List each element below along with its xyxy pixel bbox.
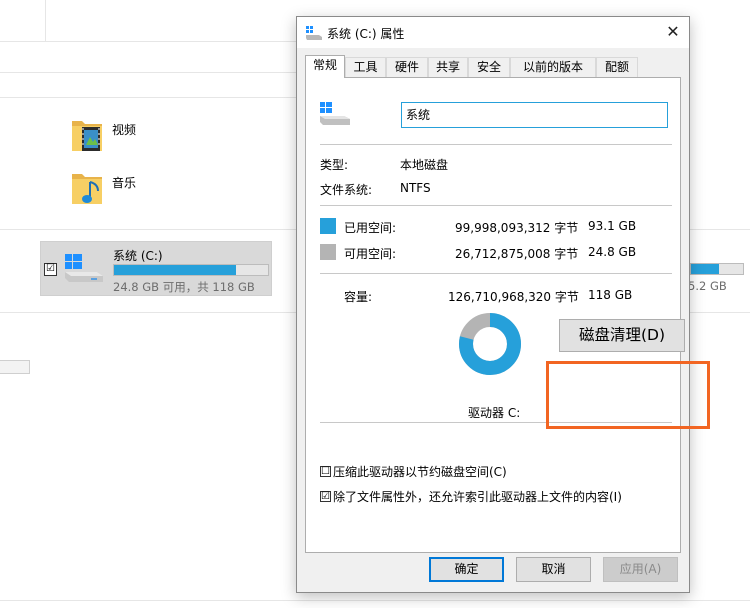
drive-free-text: 24.8 GB 可用，共 118 GB xyxy=(113,280,255,294)
tab-sharing[interactable]: 共享 xyxy=(428,57,468,77)
used-space-swatch xyxy=(320,218,336,234)
tab-tools[interactable]: 工具 xyxy=(345,57,386,77)
dialog-title-bar[interactable]: 系统 (C:) 属性 ✕ xyxy=(297,17,689,48)
filesystem-value: NTFS xyxy=(400,181,431,195)
drive-properties-dialog: 系统 (C:) 属性 ✕ 常规 工具 硬件 共享 安全 以前的版本 配额 系统 … xyxy=(296,16,690,593)
capacity-label: 容量: xyxy=(344,290,373,304)
separator xyxy=(320,205,672,206)
drive-usage-fill xyxy=(114,265,236,275)
used-space-label: 已用空间: xyxy=(344,221,397,235)
drive-usage-bar xyxy=(113,264,269,276)
drive-title-icon xyxy=(306,26,322,40)
compress-drive-label: 压缩此驱动器以节约磁盘空间(C) xyxy=(333,465,507,479)
cancel-button[interactable]: 取消 xyxy=(516,557,591,582)
free-space-size: 24.8 GB xyxy=(588,245,637,259)
tab-quota[interactable]: 配额 xyxy=(596,57,638,77)
drive-name: 系统 (C:) xyxy=(113,249,163,263)
capacity-size: 118 GB xyxy=(588,288,633,302)
folder-label-music: 音乐 xyxy=(112,176,137,190)
disk-cleanup-button[interactable]: 磁盘清理(D) xyxy=(559,319,685,352)
explorer-column-divider xyxy=(45,0,46,41)
capacity-bytes: 126,710,968,320 字节 xyxy=(448,290,579,304)
drive-name-input[interactable]: 系统 xyxy=(401,102,668,128)
close-icon: ✕ xyxy=(666,22,680,41)
tab-previous-versions[interactable]: 以前的版本 xyxy=(510,57,596,77)
other-drive-partial-text: 5.2 GB xyxy=(688,279,727,293)
other-drive-usage-bar xyxy=(690,263,744,275)
general-tab-panel: 系统 类型: 本地磁盘 文件系统: NTFS 已用空间: 99,998,093,… xyxy=(305,77,681,553)
left-partial-control xyxy=(0,360,30,374)
disk-usage-donut-chart xyxy=(459,313,521,375)
explorer-divider xyxy=(0,229,296,230)
explorer-bottom-divider xyxy=(0,600,750,601)
folder-label-video: 视频 xyxy=(112,123,137,137)
filesystem-label: 文件系统: xyxy=(320,183,373,197)
free-space-bytes: 26,712,875,008 字节 xyxy=(455,247,579,261)
explorer-divider xyxy=(0,72,296,73)
close-button[interactable]: ✕ xyxy=(657,17,689,48)
compress-drive-checkbox[interactable]: ☐ xyxy=(320,466,331,477)
free-space-swatch xyxy=(320,244,336,260)
tab-hardware[interactable]: 硬件 xyxy=(386,57,428,77)
index-contents-checkbox[interactable]: ☑ xyxy=(320,491,331,502)
separator xyxy=(320,273,672,274)
explorer-divider-right xyxy=(690,229,750,230)
dialog-title: 系统 (C:) 属性 xyxy=(327,27,405,41)
explorer-divider-right xyxy=(690,312,750,313)
type-value: 本地磁盘 xyxy=(400,158,449,172)
drive-large-icon xyxy=(320,102,350,125)
drive-letter-label: 驱动器 C: xyxy=(468,406,521,420)
other-drive-usage-fill xyxy=(691,264,720,274)
used-space-bytes: 99,998,093,312 字节 xyxy=(455,221,579,235)
explorer-divider xyxy=(0,97,296,98)
drive-tile-c[interactable]: ☑ 系统 (C:) 24.8 GB 可用，共 118 GB xyxy=(40,241,272,296)
index-contents-label: 除了文件属性外，还允许索引此驱动器上文件的内容(I) xyxy=(333,490,622,504)
used-space-size: 93.1 GB xyxy=(588,219,637,233)
ok-button[interactable]: 确定 xyxy=(429,557,504,582)
drive-select-checkbox[interactable]: ☑ xyxy=(44,263,57,276)
explorer-divider xyxy=(0,312,296,313)
separator xyxy=(320,144,672,145)
apply-button[interactable]: 应用(A) xyxy=(603,557,678,582)
cleanup-highlight-box xyxy=(546,361,710,429)
windows-drive-icon xyxy=(65,254,103,282)
tab-general[interactable]: 常规 xyxy=(305,55,345,78)
tab-security[interactable]: 安全 xyxy=(468,57,510,77)
video-folder-icon xyxy=(72,121,102,151)
explorer-divider xyxy=(0,41,296,42)
music-folder-icon xyxy=(72,174,102,204)
type-label: 类型: xyxy=(320,158,349,172)
free-space-label: 可用空间: xyxy=(344,247,397,261)
